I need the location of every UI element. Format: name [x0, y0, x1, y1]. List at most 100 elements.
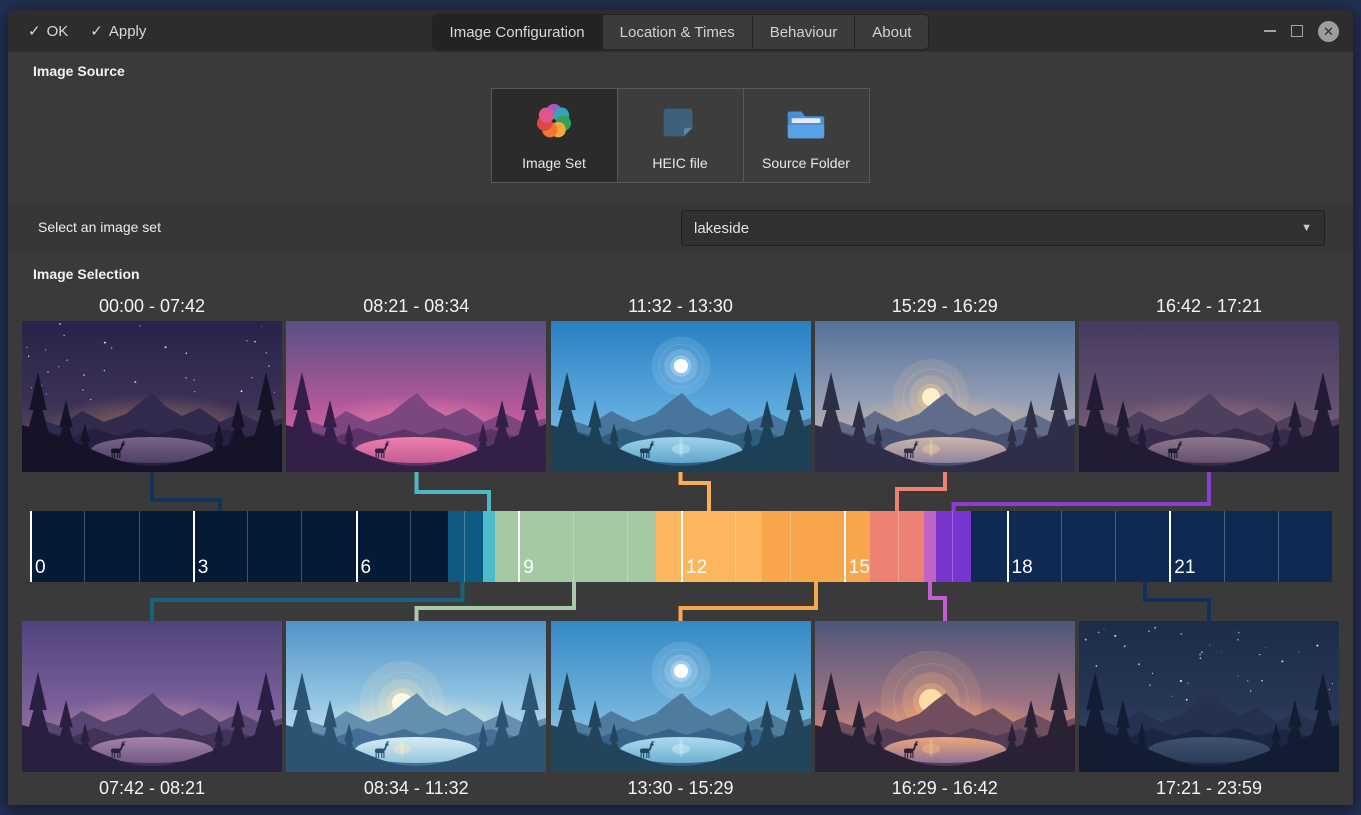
timeline-minor-tick — [898, 511, 899, 582]
time-range-label: 15:29 - 16:29 — [815, 295, 1075, 317]
timeline-segment — [924, 511, 936, 582]
lakeside-scene — [1079, 621, 1339, 772]
timeline-minor-tick — [1115, 511, 1116, 582]
source-option-image-set[interactable]: Image Set — [491, 88, 618, 183]
image-set-combobox-value: lakeside — [694, 220, 749, 237]
tab-location-times[interactable]: Location & Times — [603, 15, 753, 49]
source-option-heic-file[interactable]: HEIC file — [617, 88, 744, 183]
timeline-minor-tick — [1224, 511, 1225, 582]
timeline-major-tick — [356, 511, 358, 582]
image-source-section-label: Image Source — [33, 63, 125, 79]
image-set-combobox[interactable]: lakeside ▼ — [681, 210, 1325, 246]
wallpaper-thumbnail-top-5[interactable] — [1079, 321, 1339, 472]
select-image-set-label: Select an image set — [38, 219, 161, 235]
image-configuration-page: Image Source Image Set HEIC file — [8, 52, 1353, 805]
timeline-minor-tick — [410, 511, 411, 582]
wallpaper-thumbnail-bottom-5[interactable] — [1079, 621, 1339, 772]
wallpaper-thumbnail-top-1[interactable] — [22, 321, 282, 472]
connector-lines-top — [8, 472, 1353, 511]
time-range-label: 00:00 - 07:42 — [22, 295, 282, 317]
timeline-hour-label: 15 — [849, 557, 870, 579]
timeline-minor-tick — [247, 511, 248, 582]
time-range-label: 07:42 - 08:21 — [22, 777, 282, 799]
timeline-minor-tick — [464, 511, 465, 582]
timeline-connector-line — [681, 582, 817, 621]
timeline-hour-label: 3 — [198, 557, 209, 579]
tab-behaviour[interactable]: Behaviour — [753, 15, 856, 49]
ok-button-label: OK — [47, 23, 69, 40]
ok-button[interactable]: ✓ OK — [22, 16, 74, 46]
lakeside-scene — [22, 321, 282, 472]
time-range-label: 17:21 - 23:59 — [1079, 777, 1339, 799]
timeline-segment — [656, 511, 763, 582]
timeline-connector-line — [416, 582, 574, 621]
timeline-hour-label: 6 — [361, 557, 372, 579]
time-range-label: 08:34 - 11:32 — [286, 777, 546, 799]
timeline-segment — [448, 511, 483, 582]
timeline-minor-tick — [1061, 511, 1062, 582]
source-option-source-folder[interactable]: Source Folder — [743, 88, 870, 183]
close-icon[interactable]: ✕ — [1318, 21, 1339, 42]
timeline-minor-tick — [790, 511, 791, 582]
check-icon: ✓ — [90, 22, 103, 40]
timeline-segment — [870, 511, 924, 582]
apply-button[interactable]: ✓ Apply — [84, 16, 152, 46]
maximize-icon[interactable] — [1291, 25, 1303, 37]
wallpaper-thumbnail-bottom-1[interactable] — [22, 621, 282, 772]
window-controls: ✕ — [1264, 21, 1353, 42]
lakeside-scene — [1079, 321, 1339, 472]
wallpaper-thumbnail-bottom-2[interactable] — [286, 621, 546, 772]
wallpaper-thumbnail-top-3[interactable] — [551, 321, 811, 472]
headerbar: ✓ OK ✓ Apply Image ConfigurationLocation… — [8, 10, 1353, 53]
timeline-connector-line — [1145, 582, 1209, 621]
timeline-segment — [483, 511, 495, 582]
tab-image-configuration[interactable]: Image Configuration — [433, 15, 603, 49]
tab-about[interactable]: About — [855, 15, 928, 49]
timeline-connector-line — [897, 472, 945, 511]
timeline-minor-tick — [627, 511, 628, 582]
timeline-minor-tick — [139, 511, 140, 582]
time-range-label: 16:29 - 16:42 — [815, 777, 1075, 799]
timeline-hour-label: 18 — [1012, 557, 1033, 579]
app-window: ✓ OK ✓ Apply Image ConfigurationLocation… — [8, 10, 1353, 805]
minimize-icon[interactable] — [1264, 30, 1276, 32]
time-range-label: 16:42 - 17:21 — [1079, 295, 1339, 317]
timeline-connector-line — [681, 472, 710, 511]
check-icon: ✓ — [28, 22, 41, 40]
wallpaper-thumbnail-top-2[interactable] — [286, 321, 546, 472]
timeline-connector-line — [930, 582, 945, 621]
timeline-segment — [936, 511, 971, 582]
wallpaper-thumbnail-bottom-4[interactable] — [815, 621, 1075, 772]
lakeside-scene — [551, 621, 811, 772]
connector-lines-bottom — [8, 582, 1353, 621]
source-option-label: Source Folder — [762, 155, 850, 171]
image-set-select-row: Select an image set lakeside ▼ — [8, 202, 1353, 254]
wallpaper-thumbnail-bottom-3[interactable] — [551, 621, 811, 772]
lakeside-scene — [286, 621, 546, 772]
source-folder-icon — [783, 100, 829, 146]
timeline-connector-line — [152, 472, 220, 511]
wallpaper-thumbnail-top-4[interactable] — [815, 321, 1075, 472]
time-range-label: 11:32 - 13:30 — [551, 295, 811, 317]
image-selection-section-label: Image Selection — [33, 266, 140, 282]
timeline-hour-label: 0 — [35, 557, 46, 579]
timeline-major-tick — [30, 511, 32, 582]
lakeside-scene — [551, 321, 811, 472]
timeline-major-tick — [681, 511, 683, 582]
timeline-minor-tick — [301, 511, 302, 582]
source-option-label: Image Set — [522, 155, 586, 171]
chevron-down-icon: ▼ — [1301, 222, 1312, 234]
timeline-connector-line — [152, 582, 462, 621]
timeline-hour-label: 21 — [1174, 557, 1195, 579]
timeline-hour-label: 12 — [686, 557, 707, 579]
timeline-minor-tick — [1278, 511, 1279, 582]
lakeside-scene — [815, 621, 1075, 772]
heic-file-icon — [657, 100, 703, 146]
timeline-minor-tick — [952, 511, 953, 582]
timeline-major-tick — [844, 511, 846, 582]
time-range-label: 08:21 - 08:34 — [286, 295, 546, 317]
timeline-minor-tick — [573, 511, 574, 582]
timeline-hour-label: 9 — [523, 557, 534, 579]
timeline: 0 3 6 9 12 15 18 21 — [30, 511, 1332, 582]
apply-button-label: Apply — [109, 23, 147, 40]
